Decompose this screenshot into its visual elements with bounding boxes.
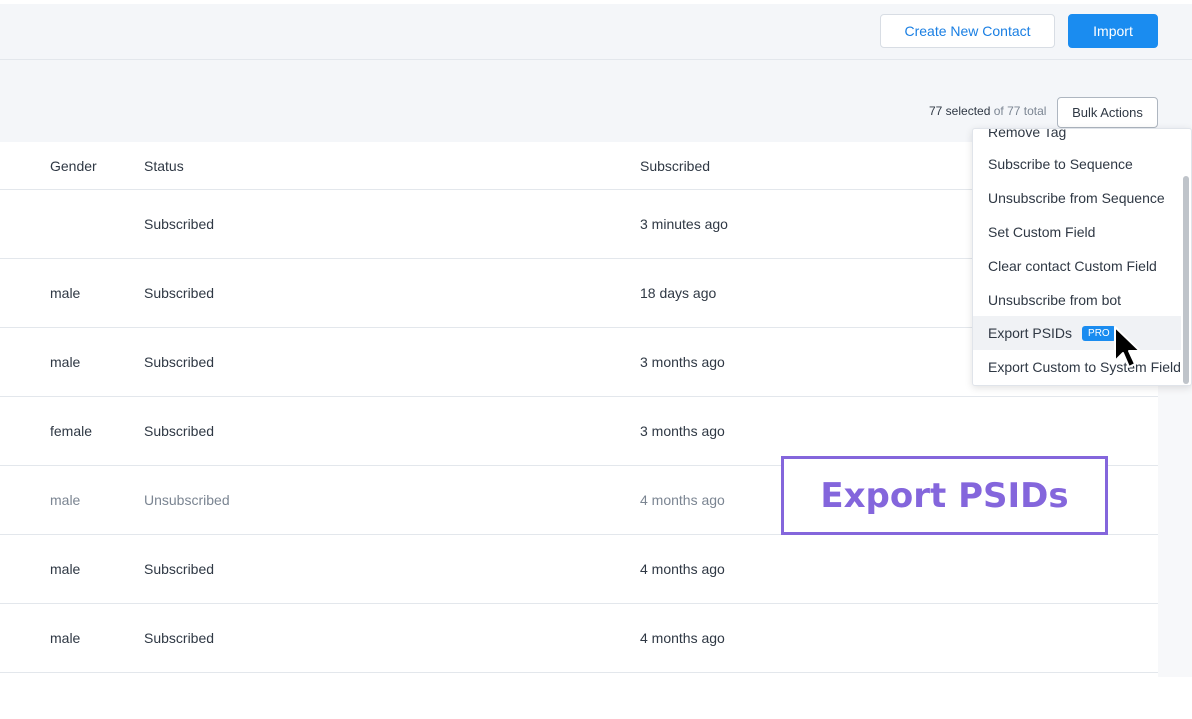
total-count-text: of 77 total [993, 104, 1047, 118]
menu-item-unsubscribe-from-sequence[interactable]: Unsubscribe from Sequence [973, 181, 1181, 215]
subscribed-cell: 4 months ago [640, 492, 725, 508]
menu-item-clear-contact-custom-field[interactable]: Clear contact Custom Field [973, 249, 1181, 283]
table-row[interactable]: male Subscribed 4 months ago [0, 604, 1158, 673]
menu-item-remove-tag[interactable]: Remove Tag [973, 129, 1181, 149]
status-cell: Subscribed [144, 561, 215, 577]
gender-cell: male [50, 285, 81, 301]
status-cell: Subscribed [144, 630, 215, 646]
export-psids-label: Export PSIDs [988, 325, 1073, 341]
pro-badge: PRO [1082, 325, 1116, 341]
gender-cell: male [50, 492, 81, 508]
selection-count: 77 selected of 77 total [929, 104, 1046, 118]
status-cell: Subscribed [144, 423, 215, 439]
create-new-contact-button[interactable]: Create New Contact [880, 14, 1055, 48]
import-button[interactable]: Import [1068, 14, 1158, 48]
table-row[interactable]: male Subscribed 4 months ago [0, 535, 1158, 604]
selected-count-text: 77 selected [929, 104, 991, 118]
status-cell: Subscribed [144, 354, 215, 370]
bulk-actions-menu: Remove Tag Subscribe to Sequence Unsubsc… [972, 128, 1192, 386]
status-cell: Subscribed [144, 285, 215, 301]
status-cell: Unsubscribed [144, 492, 230, 508]
subscribed-cell: 18 days ago [640, 285, 717, 301]
menu-scrollbar[interactable] [1183, 176, 1189, 384]
callout-text: Export PSIDs [820, 475, 1069, 516]
column-header-gender[interactable]: Gender [50, 158, 97, 174]
column-header-status[interactable]: Status [144, 158, 184, 174]
subscribed-cell: 3 months ago [640, 423, 725, 439]
menu-item-subscribe-to-sequence[interactable]: Subscribe to Sequence [973, 147, 1181, 181]
gender-cell: male [50, 561, 81, 577]
menu-item-set-custom-field[interactable]: Set Custom Field [973, 215, 1181, 249]
subscribed-cell: 3 minutes ago [640, 216, 728, 232]
gender-cell: male [50, 630, 81, 646]
menu-item-export-custom-to-system-field[interactable]: Export Custom to System Field [973, 350, 1181, 384]
subscribed-cell: 4 months ago [640, 630, 725, 646]
top-toolbar: Create New Contact Import [0, 4, 1192, 60]
column-header-subscribed[interactable]: Subscribed [640, 158, 710, 174]
menu-item-export-psids[interactable]: Export PSIDs PRO [973, 316, 1181, 350]
gender-cell: female [50, 423, 93, 439]
subscribed-cell: 3 months ago [640, 354, 725, 370]
export-psids-callout: Export PSIDs [781, 456, 1108, 535]
bulk-actions-button[interactable]: Bulk Actions [1057, 97, 1158, 128]
status-cell: Subscribed [144, 216, 215, 232]
mouse-pointer-icon [1114, 326, 1141, 368]
subscribed-cell: 4 months ago [640, 561, 725, 577]
gender-cell: male [50, 354, 81, 370]
menu-item-unsubscribe-from-bot[interactable]: Unsubscribe from bot [973, 283, 1181, 317]
